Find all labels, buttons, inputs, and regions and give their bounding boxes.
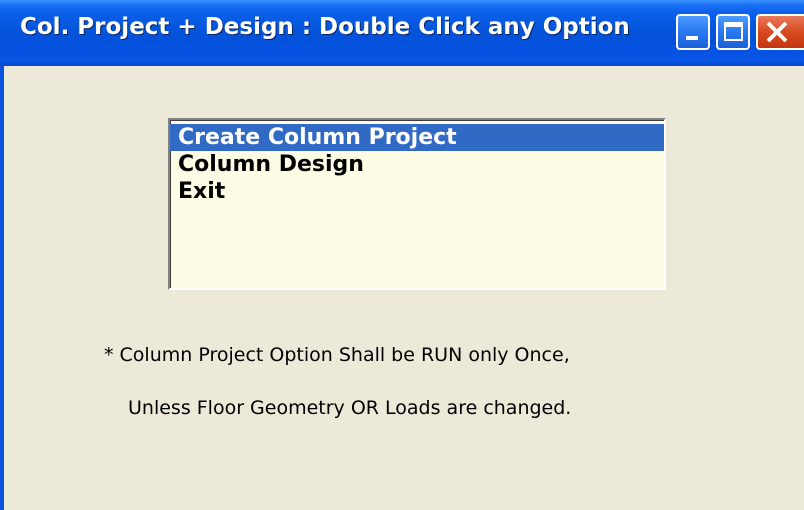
list-item-create-column-project[interactable]: Create Column Project bbox=[170, 124, 664, 151]
dialog-window: Col. Project + Design : Double Click any… bbox=[0, 0, 804, 510]
note-line-2: Unless Floor Geometry OR Loads are chang… bbox=[128, 397, 572, 419]
list-item-exit[interactable]: Exit bbox=[170, 178, 664, 205]
options-listbox[interactable]: Create Column Project Column Design Exit bbox=[168, 118, 666, 290]
close-button[interactable] bbox=[756, 14, 804, 50]
close-icon bbox=[766, 21, 788, 43]
minimize-icon bbox=[686, 36, 698, 40]
minimize-button[interactable] bbox=[676, 14, 710, 50]
note-line-1: * Column Project Option Shall be RUN onl… bbox=[104, 344, 570, 366]
title-bar[interactable]: Col. Project + Design : Double Click any… bbox=[0, 0, 804, 66]
maximize-button[interactable] bbox=[716, 14, 750, 50]
list-item-column-design[interactable]: Column Design bbox=[170, 151, 664, 178]
window-left-border bbox=[0, 66, 4, 510]
window-title: Col. Project + Design : Double Click any… bbox=[20, 14, 630, 40]
maximize-icon bbox=[724, 22, 743, 41]
